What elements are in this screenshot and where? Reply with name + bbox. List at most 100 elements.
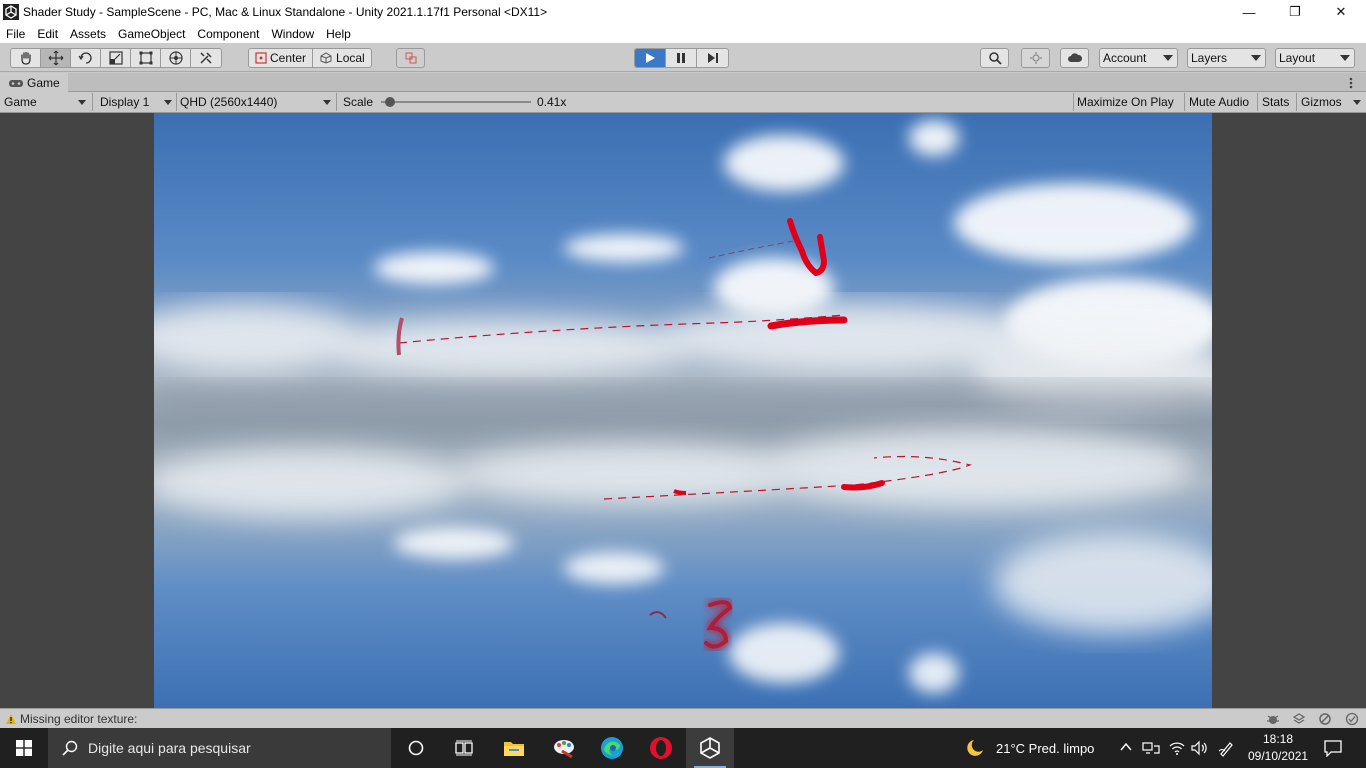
game-view-render[interactable] (154, 113, 1212, 708)
space-label: Local (336, 51, 365, 65)
unity-taskbar-button[interactable] (686, 728, 734, 768)
pause-button[interactable] (666, 49, 697, 67)
minimize-button[interactable]: — (1226, 0, 1272, 24)
resolution-label: QHD (2560x1440) (180, 95, 278, 109)
warning-icon (6, 713, 16, 724)
snap-button[interactable] (396, 48, 425, 68)
transform-tool-button[interactable] (161, 49, 191, 67)
layers-dropdown[interactable]: Layers (1187, 48, 1266, 68)
tab-game[interactable]: Game (0, 73, 68, 92)
wifi-icon[interactable] (1168, 740, 1186, 756)
search-button[interactable] (980, 48, 1009, 68)
weather-text[interactable]: 21°C Pred. limpo (996, 741, 1094, 756)
stats-toggle[interactable]: Stats (1262, 92, 1289, 112)
windows-logo-icon (16, 740, 32, 756)
scale-slider-track (381, 101, 531, 103)
play-button[interactable] (635, 49, 666, 67)
gamepad-icon (9, 79, 23, 87)
edge-button[interactable] (588, 728, 636, 768)
scale-slider-thumb[interactable] (385, 97, 396, 107)
taskbar-search-box[interactable]: Digite aqui para pesquisar (48, 728, 391, 768)
clock-time[interactable]: 18:18 (1263, 732, 1293, 746)
move-tool-button[interactable] (41, 49, 71, 67)
pivot-local-button[interactable]: Local (313, 49, 371, 67)
menu-file[interactable]: File (0, 27, 31, 41)
rotate-tool-button[interactable] (71, 49, 101, 67)
maximize-button[interactable]: ❐ (1272, 0, 1318, 24)
task-view-button[interactable] (440, 728, 488, 768)
taskbar-search-placeholder: Digite aqui para pesquisar (88, 740, 251, 756)
custom-tool-button[interactable] (191, 49, 221, 67)
pen-ink-icon[interactable] (1218, 739, 1236, 757)
scale-icon (108, 51, 123, 65)
close-button[interactable]: ✕ (1318, 0, 1364, 24)
view-mode-label: Game (4, 95, 37, 109)
rect-tool-button[interactable] (131, 49, 161, 67)
tab-bar: Game (0, 73, 1366, 92)
check-circle-icon[interactable] (1345, 712, 1359, 726)
pivot-center-button[interactable]: Center (249, 49, 314, 67)
pivot-group: Center Local (248, 48, 372, 68)
sky-scene (154, 113, 1212, 708)
edge-icon (601, 737, 623, 759)
display-dropdown[interactable]: Display 1 (100, 92, 174, 112)
status-bar: Missing editor texture: (0, 708, 1366, 728)
menu-assets[interactable]: Assets (64, 27, 112, 41)
debug-icon[interactable] (1266, 712, 1280, 726)
rotate-icon (78, 52, 92, 64)
progress-icon[interactable] (1318, 712, 1332, 726)
status-message: Missing editor texture: (20, 711, 138, 726)
clock-date[interactable]: 09/10/2021 (1248, 749, 1308, 763)
gizmos-dropdown-icon[interactable] (1353, 100, 1361, 105)
hand-tool-button[interactable] (11, 49, 41, 67)
mute-audio-toggle[interactable]: Mute Audio (1189, 92, 1249, 112)
chevron-up-icon[interactable] (1120, 742, 1132, 752)
layers-stack-icon[interactable] (1292, 712, 1306, 726)
network-icon[interactable] (1142, 740, 1160, 756)
menu-gameobject[interactable]: GameObject (112, 27, 191, 41)
window-title: Shader Study - SampleScene - PC, Mac & L… (23, 5, 548, 19)
tools-icon (200, 52, 212, 64)
notifications-icon[interactable] (1324, 739, 1342, 757)
start-button[interactable] (0, 728, 48, 768)
collab-button[interactable] (1021, 48, 1050, 68)
menu-help[interactable]: Help (320, 27, 357, 41)
account-label: Account (1103, 51, 1147, 65)
divider (92, 93, 93, 111)
maximize-on-play-toggle[interactable]: Maximize On Play (1077, 92, 1174, 112)
chevron-down-icon (1340, 55, 1350, 61)
opera-icon (650, 737, 672, 759)
menu-edit[interactable]: Edit (31, 27, 64, 41)
layers-label: Layers (1191, 51, 1228, 65)
weather-moon-icon[interactable] (964, 738, 986, 758)
scale-slider[interactable] (381, 92, 531, 112)
layout-dropdown[interactable]: Layout (1275, 48, 1355, 68)
menu-window[interactable]: Window (265, 27, 320, 41)
unity-icon (700, 737, 720, 759)
play-icon (646, 53, 655, 63)
cloud-button[interactable] (1060, 48, 1089, 68)
volume-icon[interactable] (1190, 740, 1208, 756)
pivot-center-icon (255, 52, 267, 64)
divider (1257, 93, 1258, 111)
chevron-down-icon (1163, 55, 1173, 61)
cloud-icon (1067, 53, 1082, 62)
account-dropdown[interactable]: Account (1099, 48, 1178, 68)
divider (1073, 93, 1074, 111)
grid-snap-icon (405, 52, 416, 64)
more-options-icon[interactable] (1349, 77, 1353, 89)
divider (1184, 93, 1185, 111)
gizmos-toggle[interactable]: Gizmos (1301, 92, 1342, 112)
resolution-dropdown[interactable]: QHD (2560x1440) (180, 92, 333, 112)
main-toolbar: Center Local Account Layers Layout (0, 43, 1366, 72)
step-button[interactable] (697, 49, 728, 67)
menu-bar: File Edit Assets GameObject Component Wi… (0, 24, 1366, 43)
paint-button[interactable] (540, 728, 588, 768)
menu-component[interactable]: Component (191, 27, 265, 41)
scale-tool-button[interactable] (101, 49, 131, 67)
opera-button[interactable] (637, 728, 685, 768)
view-mode-dropdown[interactable]: Game (4, 92, 90, 112)
file-explorer-icon (504, 742, 524, 756)
cortana-button[interactable] (392, 728, 440, 768)
file-explorer-button[interactable] (490, 728, 538, 768)
